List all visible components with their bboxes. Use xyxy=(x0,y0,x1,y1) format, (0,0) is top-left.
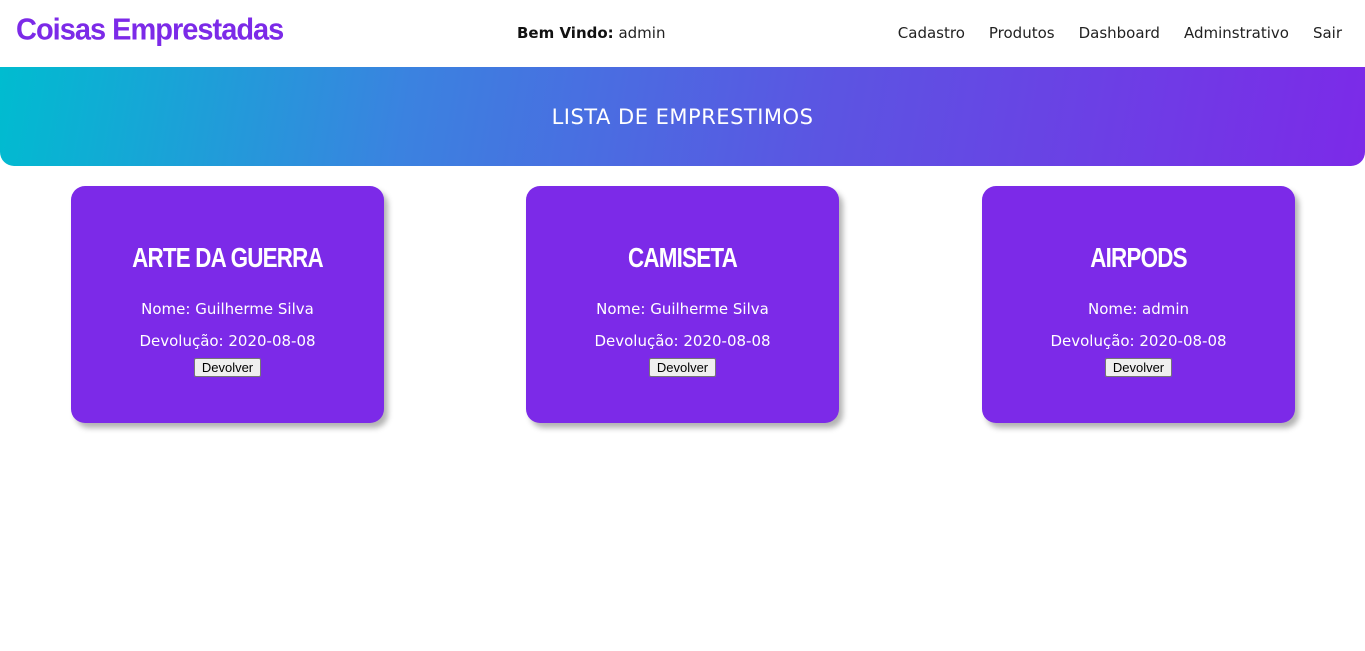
welcome-username: admin xyxy=(618,24,666,42)
main-nav: Cadastro Produtos Dashboard Adminstrativ… xyxy=(898,24,1342,42)
loan-list: ARTE DA GUERRA Nome: Guilherme Silva Dev… xyxy=(0,186,1365,426)
page-banner: LISTA DE EMPRESTIMOS xyxy=(0,67,1365,166)
page-title: LISTA DE EMPRESTIMOS xyxy=(551,104,814,129)
loan-borrower-name: Nome: Guilherme Silva xyxy=(596,300,769,318)
loan-item-title: ARTE DA GUERRA xyxy=(132,242,324,273)
loan-due-date: Devolução: 2020-08-08 xyxy=(594,332,771,350)
return-button[interactable]: Devolver xyxy=(193,358,262,377)
nav-link-sair[interactable]: Sair xyxy=(1313,24,1342,42)
loan-borrower-name: Nome: admin xyxy=(1087,300,1190,318)
nav-link-adminstrativo[interactable]: Adminstrativo xyxy=(1184,24,1289,42)
loan-item-title: CAMISETA xyxy=(628,242,738,273)
loan-card: CAMISETA Nome: Guilherme Silva Devolução… xyxy=(526,186,839,423)
brand-logo[interactable]: Coisas Emprestadas xyxy=(16,13,284,48)
loan-due-date: Devolução: 2020-08-08 xyxy=(139,332,316,350)
loan-card: ARTE DA GUERRA Nome: Guilherme Silva Dev… xyxy=(71,186,384,423)
nav-link-cadastro[interactable]: Cadastro xyxy=(898,24,965,42)
nav-link-produtos[interactable]: Produtos xyxy=(989,24,1055,42)
nav-link-dashboard[interactable]: Dashboard xyxy=(1079,24,1160,42)
loan-card: AIRPODS Nome: admin Devolução: 2020-08-0… xyxy=(982,186,1295,423)
return-button[interactable]: Devolver xyxy=(648,358,717,377)
welcome-message: Bem Vindo: admin xyxy=(517,24,665,42)
loan-item-title: AIRPODS xyxy=(1090,242,1187,273)
welcome-label: Bem Vindo: xyxy=(517,24,614,42)
loan-borrower-name: Nome: Guilherme Silva xyxy=(141,300,314,318)
loan-due-date: Devolução: 2020-08-08 xyxy=(1050,332,1227,350)
return-button[interactable]: Devolver xyxy=(1104,358,1173,377)
top-navbar: Coisas Emprestadas Bem Vindo: admin Cada… xyxy=(0,0,1365,67)
